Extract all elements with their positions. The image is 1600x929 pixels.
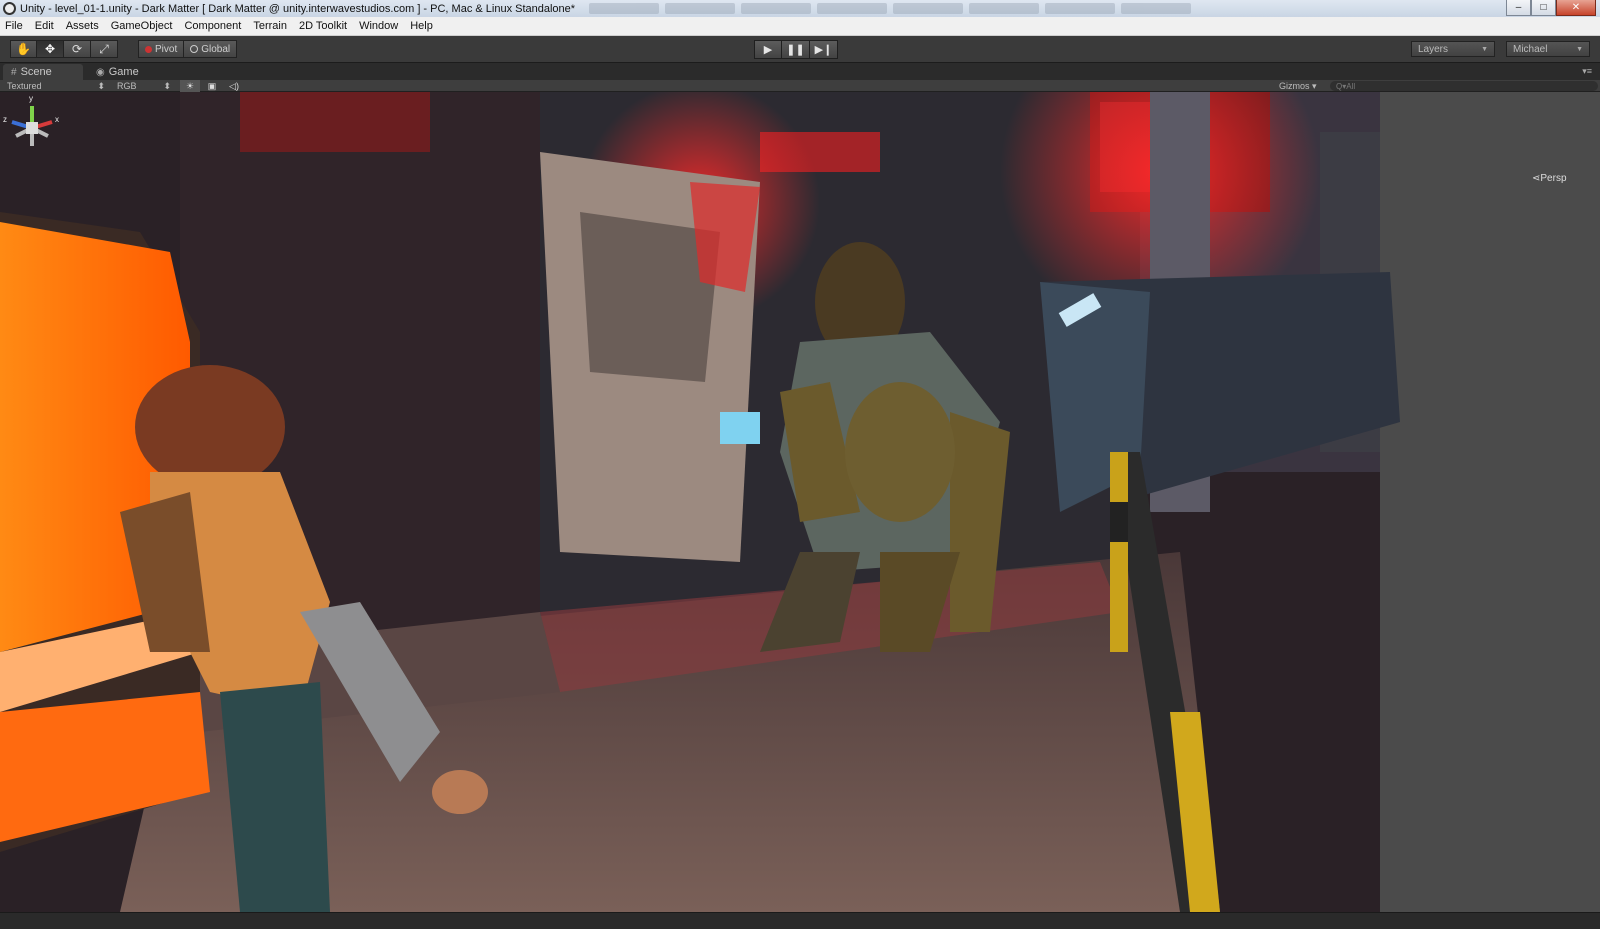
menu-assets[interactable]: Assets — [60, 20, 105, 32]
unity-app-icon — [3, 2, 16, 15]
main-toolbar: ✋ ✥ ⟳ ⤢ Pivot Global ▶ ❚❚ ▶❙ Layers ▼ Mi… — [0, 36, 1600, 63]
gizmo-y-label: y — [29, 94, 33, 103]
gizmos-label: Gizmos ▾ — [1279, 80, 1317, 91]
orientation-gizmo[interactable]: y x z — [0, 92, 64, 162]
view-tabs: # Scene ◉ Game ▾≡ — [0, 63, 1600, 80]
chevron-down-icon: ⬍ — [163, 80, 171, 91]
chevron-down-icon: ⬍ — [97, 80, 105, 91]
maximize-button[interactable]: □ — [1531, 0, 1556, 16]
pause-button[interactable]: ❚❚ — [782, 40, 810, 59]
status-bar — [0, 912, 1600, 929]
image-effects-icon[interactable]: ▣ — [202, 80, 222, 92]
gizmos-dropdown[interactable]: Gizmos ▾ — [1276, 80, 1324, 92]
menu-component[interactable]: Component — [178, 20, 247, 32]
chevron-down-icon: ▼ — [1576, 45, 1583, 53]
scene-render — [0, 92, 1600, 912]
menu-edit[interactable]: Edit — [29, 20, 60, 32]
scene-icon: # — [11, 66, 17, 78]
tab-scene[interactable]: # Scene — [3, 64, 83, 80]
tab-game-label: Game — [108, 66, 139, 78]
light-icon[interactable]: ☀ — [180, 80, 200, 92]
hierarchy-search-input[interactable]: Q▾All — [1330, 81, 1598, 91]
layers-label: Layers — [1418, 43, 1449, 55]
tab-game[interactable]: ◉ Game — [88, 64, 147, 80]
rotate-tool-icon[interactable]: ⟳ — [64, 40, 91, 58]
layout-dropdown[interactable]: Michael ▼ — [1506, 41, 1590, 57]
layers-dropdown[interactable]: Layers ▼ — [1411, 41, 1495, 57]
minimize-button[interactable]: – — [1506, 0, 1531, 16]
step-button[interactable]: ▶❙ — [810, 40, 838, 59]
window-title-bar: Unity - level_01-1.unity - Dark Matter [… — [0, 0, 1600, 17]
menu-terrain[interactable]: Terrain — [247, 20, 293, 32]
global-toggle[interactable]: Global — [184, 40, 238, 58]
pivot-toggle[interactable]: Pivot — [138, 40, 185, 58]
scene-viewport[interactable]: y x z ⋖Persp — [0, 92, 1600, 912]
pivot-label: Pivot — [155, 43, 178, 55]
panel-menu-icon[interactable]: ▾≡ — [1582, 66, 1592, 77]
transform-tools: ✋ ✥ ⟳ ⤢ — [10, 40, 118, 58]
pivot-controls: Pivot Global — [138, 40, 238, 58]
globe-icon — [190, 45, 199, 53]
window-title: Unity - level_01-1.unity - Dark Matter [… — [20, 2, 576, 15]
render-mode-label: Textured — [7, 81, 42, 91]
move-tool-icon[interactable]: ✥ — [37, 40, 64, 58]
menu-gameobject[interactable]: GameObject — [105, 20, 179, 32]
search-placeholder: Q▾All — [1336, 81, 1356, 91]
gizmo-z-label: z — [3, 115, 7, 124]
play-button[interactable]: ▶ — [754, 40, 782, 59]
layout-label: Michael — [1513, 43, 1548, 55]
menu-2d-toolkit[interactable]: 2D Toolkit — [293, 20, 353, 32]
render-mode-dropdown[interactable]: Textured ⬍ — [4, 80, 108, 92]
scene-toolbar: Textured ⬍ RGB ⬍ ☀ ▣ ◁) Gizmos ▾ Q▾All — [0, 80, 1600, 92]
menu-bar: File Edit Assets GameObject Component Te… — [0, 17, 1600, 36]
background-tabs — [589, 3, 1192, 14]
close-button[interactable]: ✕ — [1556, 0, 1596, 16]
tab-scene-label: Scene — [20, 66, 52, 78]
audio-icon[interactable]: ◁) — [224, 80, 244, 92]
scale-tool-icon[interactable]: ⤢ — [91, 40, 118, 58]
color-mode-label: RGB — [117, 81, 137, 91]
gizmo-x-label: x — [55, 115, 59, 124]
menu-window[interactable]: Window — [353, 20, 404, 32]
game-icon: ◉ — [96, 66, 105, 78]
menu-help[interactable]: Help — [404, 20, 439, 32]
color-mode-dropdown[interactable]: RGB ⬍ — [114, 80, 174, 92]
global-label: Global — [201, 43, 231, 55]
pivot-icon — [145, 45, 152, 53]
hand-tool-icon[interactable]: ✋ — [10, 40, 37, 58]
menu-file[interactable]: File — [0, 20, 29, 32]
chevron-down-icon: ▼ — [1481, 45, 1488, 53]
projection-toggle[interactable]: ⋖Persp — [1532, 173, 1567, 184]
playback-controls: ▶ ❚❚ ▶❙ — [754, 40, 838, 59]
